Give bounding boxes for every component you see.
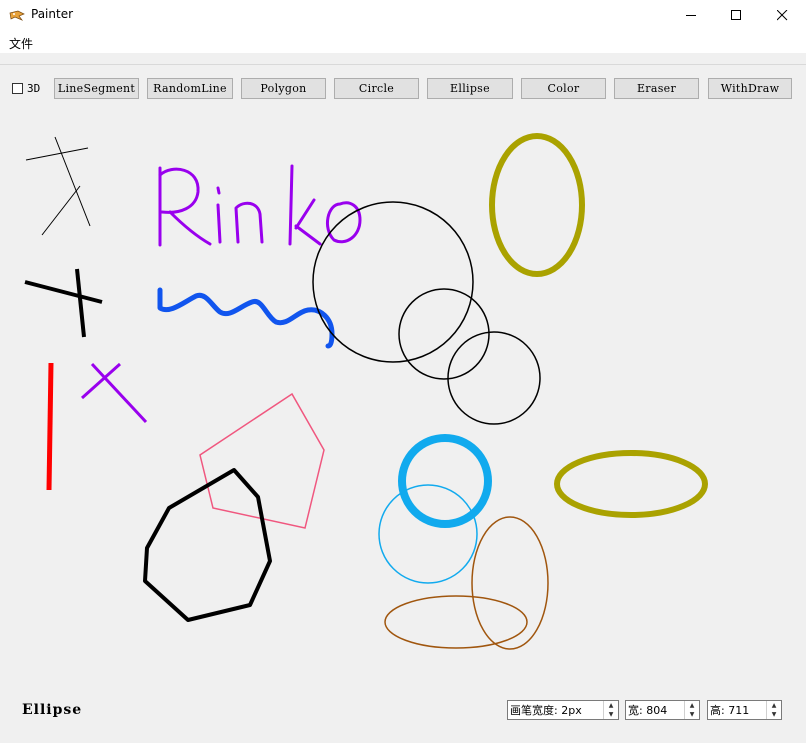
- ellipse-button[interactable]: Ellipse: [427, 78, 513, 99]
- menu-file[interactable]: 文件: [9, 35, 33, 52]
- withdraw-button[interactable]: WithDraw: [708, 78, 792, 99]
- canvas-width-text: 宽: 804: [628, 704, 668, 717]
- checkbox-3d-box[interactable]: [12, 83, 23, 94]
- randomline-button[interactable]: RandomLine: [147, 78, 233, 99]
- black-polygon: [143, 468, 272, 622]
- canvas-height-spinbox[interactable]: 高: 711 ▲ ▼: [707, 700, 782, 720]
- circle-button[interactable]: Circle: [334, 78, 419, 99]
- pen-width-text: 画笔宽度: 2px: [510, 704, 582, 717]
- canvas-drawing[interactable]: [0, 100, 806, 690]
- canvas-height-arrows[interactable]: ▲ ▼: [766, 701, 781, 719]
- pen-width-arrows[interactable]: ▲ ▼: [603, 701, 618, 719]
- eraser-button[interactable]: Eraser: [614, 78, 699, 99]
- cyan-circle-thin: [378, 484, 478, 584]
- polygon-button[interactable]: Polygon: [241, 78, 326, 99]
- olive-ellipse-vertical: [489, 133, 585, 277]
- thin-line-shapes: [25, 136, 91, 236]
- purple-cross: [80, 362, 148, 424]
- menu-bar: 文件: [0, 30, 806, 53]
- minimize-button[interactable]: [668, 0, 714, 30]
- canvas-width-arrows[interactable]: ▲ ▼: [684, 701, 699, 719]
- maximize-icon: [730, 9, 741, 20]
- painter-window: Painter 文件 3D LineSegment RandomLine Pol…: [0, 0, 806, 743]
- canvas-width-value: 804: [646, 704, 668, 717]
- brown-ellipse-horizontal: [384, 595, 528, 649]
- close-icon: [776, 9, 787, 20]
- pen-width-down-icon[interactable]: ▼: [604, 710, 618, 719]
- linesegment-button[interactable]: LineSegment: [54, 78, 139, 99]
- painter-app-icon: [9, 10, 25, 21]
- pen-width-spinbox[interactable]: 画笔宽度: 2px ▲ ▼: [507, 700, 619, 720]
- checkbox-3d[interactable]: 3D: [12, 82, 40, 95]
- canvas-height-value: 711: [728, 704, 750, 717]
- drawing-canvas[interactable]: [0, 100, 806, 690]
- brown-ellipse-vertical: [471, 516, 549, 650]
- pen-width-up-icon[interactable]: ▲: [604, 701, 618, 710]
- blue-wave-stroke: [157, 287, 335, 349]
- canvas-height-text: 高: 711: [710, 704, 750, 717]
- menu-separator: [0, 64, 806, 65]
- canvas-height-up-icon[interactable]: ▲: [767, 701, 781, 710]
- window-title: Painter: [31, 7, 74, 21]
- thick-line-shapes: [24, 268, 103, 338]
- close-button[interactable]: [759, 0, 805, 30]
- olive-ellipse-horizontal: [554, 450, 708, 518]
- red-line: [46, 362, 54, 491]
- cyan-circle-thick: [398, 434, 492, 528]
- black-circles: [312, 201, 541, 425]
- canvas-width-down-icon[interactable]: ▼: [685, 710, 699, 719]
- canvas-width-spinbox[interactable]: 宽: 804 ▲ ▼: [625, 700, 700, 720]
- color-button[interactable]: Color: [521, 78, 606, 99]
- maximize-button[interactable]: [713, 0, 759, 30]
- canvas-width-up-icon[interactable]: ▲: [685, 701, 699, 710]
- title-bar[interactable]: Painter: [0, 0, 806, 30]
- current-mode-label: Ellipse: [22, 702, 83, 718]
- checkbox-3d-label: 3D: [27, 82, 41, 95]
- pen-width-value: 2px: [561, 704, 582, 717]
- canvas-height-down-icon[interactable]: ▼: [767, 710, 781, 719]
- minimize-icon: [685, 14, 696, 16]
